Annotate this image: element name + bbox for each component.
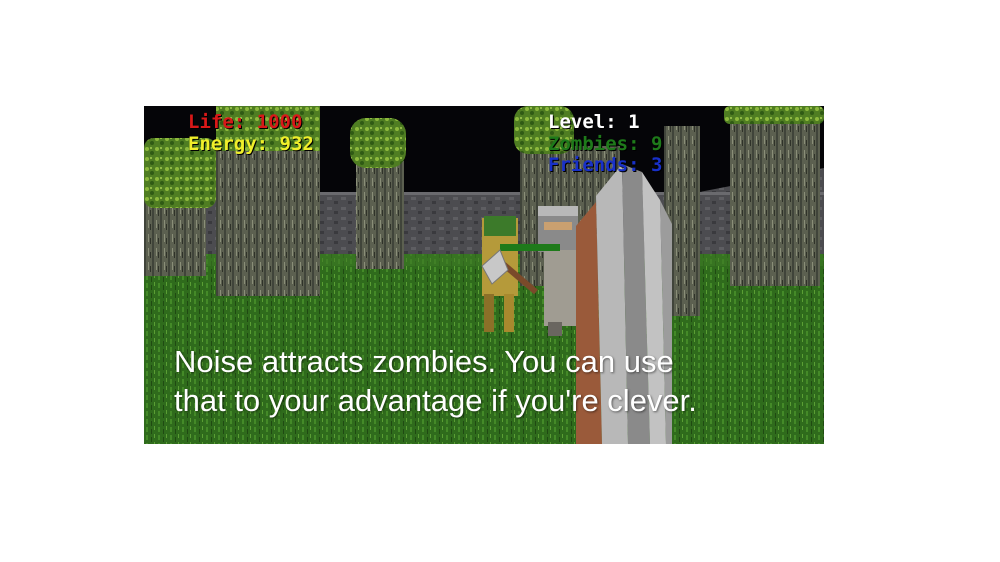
level-indicator: Level: 1: [548, 111, 640, 133]
friends-counter: Friends: 3: [548, 154, 663, 176]
tree-mid: [350, 118, 406, 269]
energy-counter: Energy: 932: [188, 133, 314, 155]
tree-right: [724, 106, 824, 286]
tip-line-1: Noise attracts zombies. You can use: [174, 344, 674, 379]
game-viewport[interactable]: Life: 1000 Energy: 932 Level: 1 Zombies:…: [144, 106, 824, 444]
tree-left-far: [144, 138, 216, 276]
tip-line-2: that to your advantage if you're clever.: [174, 383, 697, 418]
life-counter: Life: 1000: [188, 111, 303, 133]
tip-text: Noise attracts zombies. You can use that…: [174, 342, 814, 420]
zombies-counter: Zombies: 9: [548, 133, 663, 155]
